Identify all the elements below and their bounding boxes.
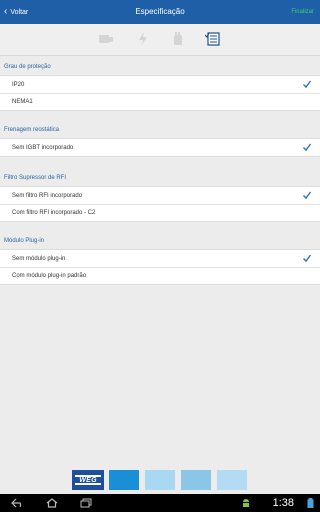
option-no-plugin[interactable]: Sem módulo plug-in [0, 250, 320, 267]
logo-text: WEG [75, 475, 101, 485]
option-label: Com filtro RFI incorporado - C2 [12, 210, 96, 216]
step-hand[interactable] [170, 31, 186, 47]
option-nema1[interactable]: NEMA1 [0, 93, 320, 110]
android-icon [243, 499, 249, 507]
checkmark-icon [303, 143, 312, 152]
options-rfi: Sem filtro RFI incorporado Com filtro RF… [0, 186, 320, 222]
step-drive[interactable] [98, 31, 114, 47]
section-title-rfi: Filtro Supressor de RFI [4, 175, 67, 181]
finish-button[interactable]: Finalizar [291, 0, 314, 24]
divider [0, 55, 320, 56]
chevron-left-icon: ‹ [4, 6, 8, 17]
step-power[interactable] [135, 31, 151, 47]
color-tile [181, 470, 211, 490]
app-header: ‹ Voltar Especificação Finalizar [0, 0, 320, 24]
home-icon [46, 498, 58, 508]
option-label: Sem módulo plug-in [12, 255, 66, 262]
option-no-igbt[interactable]: Sem IGBT incorporado [0, 139, 320, 156]
step-navigation [0, 24, 320, 56]
checkmark-icon [303, 80, 312, 89]
lightning-icon [139, 32, 147, 46]
back-nav-button[interactable] [10, 497, 26, 509]
option-label: Sem filtro RFI incorporado [12, 192, 83, 199]
battery-icon [307, 498, 314, 508]
options-plugin: Sem módulo plug-in Com módulo plug-in pa… [0, 249, 320, 285]
option-label: NEMA1 [12, 99, 33, 105]
checkmark-icon [303, 191, 312, 200]
system-nav-bar: 1:38 [0, 494, 320, 512]
option-label: IP20 [12, 81, 25, 88]
option-standard-plugin[interactable]: Com módulo plug-in padrão [0, 267, 320, 284]
back-label: Voltar [10, 8, 29, 16]
back-button[interactable]: ‹ Voltar [4, 0, 28, 24]
section-title-protection: Grau de proteção [4, 64, 51, 70]
recent-apps-icon [80, 498, 92, 508]
option-rfi-filter-c2[interactable]: Com filtro RFI incorporado - C2 [0, 204, 320, 221]
checkmark-icon [303, 254, 312, 263]
option-label: Com módulo plug-in padrão [12, 273, 87, 279]
home-nav-button[interactable] [44, 497, 60, 509]
options-protection: IP20 NEMA1 [0, 75, 320, 111]
clock: 1:38 [272, 497, 294, 509]
status-icons [307, 498, 314, 508]
option-no-rfi-filter[interactable]: Sem filtro RFI incorporado [0, 187, 320, 204]
color-tile [109, 470, 139, 490]
hand-icon [174, 32, 182, 45]
options-braking: Sem IGBT incorporado [0, 138, 320, 157]
notification-icon [238, 497, 254, 509]
color-tile [217, 470, 247, 490]
step-specification[interactable] [205, 31, 221, 47]
weg-logo: WEG [72, 470, 104, 490]
spec-list-icon [205, 32, 220, 46]
color-tile [145, 470, 175, 490]
section-title-plugin: Módulo Plug-in [4, 238, 45, 244]
option-label: Sem IGBT incorporado [12, 144, 74, 151]
option-ip20[interactable]: IP20 [0, 76, 320, 93]
page-title: Especificação [135, 7, 185, 16]
back-arrow-icon [11, 498, 22, 508]
recents-nav-button[interactable] [78, 497, 94, 509]
section-title-braking: Frenagem reostática [4, 127, 60, 133]
drive-icon [99, 35, 113, 43]
